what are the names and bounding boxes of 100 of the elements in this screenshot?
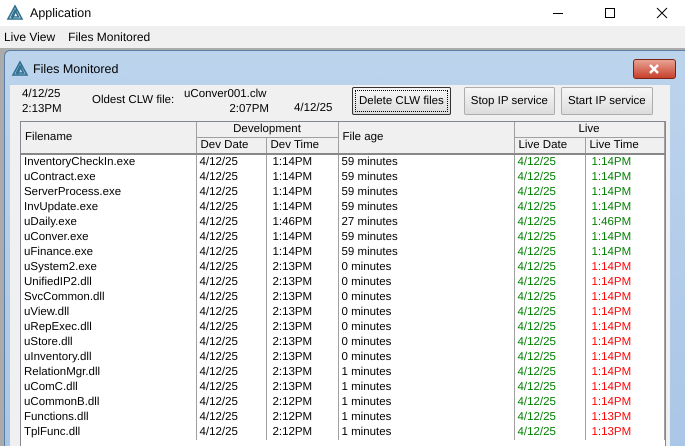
table-cell: 4/12/25 [196, 200, 266, 215]
table-cell: TplFunc.dll [21, 425, 196, 440]
table-cell: 1:14PM [585, 290, 664, 305]
menu-item[interactable]: Files Monitored [64, 30, 160, 44]
table-cell: 1:14PM [585, 335, 664, 350]
table-cell: uConver.exe [21, 230, 196, 245]
current-date: 4/12/25 [22, 87, 62, 102]
table-cell: UnifiedIP2.dll [21, 275, 196, 290]
table-cell: 0 minutes [338, 260, 514, 275]
table-cell: 2:13PM [266, 320, 338, 335]
column-header[interactable]: File age [338, 122, 514, 154]
column-header[interactable]: Filename [21, 122, 196, 154]
table-cell: 4/12/25 [514, 335, 586, 350]
menu-item[interactable]: Live View [0, 30, 64, 44]
table-cell: uInventory.dll [21, 350, 196, 365]
table-cell: 1 minutes [338, 365, 514, 380]
table-cell: 1:14PM [266, 170, 338, 185]
table-cell: 4/12/25 [196, 230, 266, 245]
table-cell: 1:14PM [585, 260, 664, 275]
table-cell: 59 minutes [338, 230, 514, 245]
table-cell: uFinance.exe [21, 245, 196, 260]
table-cell: 59 minutes [338, 154, 514, 170]
table-cell: 4/12/25 [196, 305, 266, 320]
table-cell: 1:14PM [266, 200, 338, 215]
column-header[interactable]: Dev Date [196, 138, 266, 154]
table-cell: 1 minutes [338, 410, 514, 425]
table-cell: 1:14PM [585, 275, 664, 290]
table-cell: 1:14PM [585, 230, 664, 245]
table-cell: 4/12/25 [514, 154, 586, 170]
table-cell: 4/12/25 [514, 380, 586, 395]
current-time: 2:13PM [22, 102, 63, 117]
table-cell: 4/12/25 [514, 215, 586, 230]
column-group-header[interactable]: Development [196, 122, 338, 138]
table-cell: 1:14PM [585, 365, 664, 380]
column-header[interactable]: Live Time [585, 138, 664, 154]
table-cell: 1:14PM [585, 305, 664, 320]
table-cell: 4/12/25 [196, 425, 266, 440]
table-cell: 4/12/25 [514, 425, 586, 440]
oldest-file-name: uConver001.clw [184, 87, 268, 102]
table-cell: 1:46PM [585, 215, 664, 230]
table-cell: 2:13PM [266, 380, 338, 395]
table-cell: 1:14PM [266, 185, 338, 200]
table-cell: 4/12/25 [514, 290, 586, 305]
table-cell: uStore.dll [21, 335, 196, 350]
table-cell: 4/12/25 [514, 350, 586, 365]
table-cell: 4/12/25 [196, 245, 266, 260]
table-cell: 1:14PM [585, 154, 664, 170]
table-cell: 4/12/25 [196, 260, 266, 275]
table-cell: 2:12PM [266, 425, 338, 440]
table-cell: 2:13PM [266, 335, 338, 350]
table-cell: 1:14PM [585, 185, 664, 200]
action-button[interactable]: Start IP service [560, 87, 653, 115]
table-cell: InventoryCheckIn.exe [21, 154, 196, 170]
window-title: Application [30, 6, 92, 20]
table-cell: 4/12/25 [196, 215, 266, 230]
table-cell: 4/12/25 [514, 410, 586, 425]
table-cell: 1:13PM [585, 425, 664, 440]
close-button[interactable] [632, 59, 676, 79]
table-cell: 4/12/25 [514, 260, 586, 275]
table-cell: Functions.dll [21, 410, 196, 425]
table-cell: 1:14PM [585, 350, 664, 365]
table-cell: 0 minutes [338, 275, 514, 290]
table-cell: 2:13PM [266, 365, 338, 380]
table-cell: 4/12/25 [196, 350, 266, 365]
window-title: Files Monitored [33, 62, 120, 76]
table-cell: uRepExec.dll [21, 320, 196, 335]
table-cell: 4/12/25 [514, 395, 586, 410]
table-cell: 27 minutes [338, 215, 514, 230]
app-logo-icon [11, 60, 29, 78]
table-cell: 1:14PM [585, 380, 664, 395]
table-cell: 4/12/25 [196, 395, 266, 410]
table-cell: 0 minutes [338, 305, 514, 320]
oldest-file-time: 2:07PM [229, 102, 269, 117]
table-cell: 4/12/25 [514, 320, 586, 335]
table-cell: 0 minutes [338, 290, 514, 305]
table-cell: 4/12/25 [514, 170, 586, 185]
table-cell: 59 minutes [338, 200, 514, 215]
table-cell: 4/12/25 [196, 275, 266, 290]
action-button[interactable]: Delete CLW files [352, 87, 451, 115]
table-cell: 0 minutes [338, 350, 514, 365]
action-button[interactable]: Stop IP service [464, 87, 555, 115]
table-cell: 4/12/25 [514, 230, 586, 245]
table-cell: 1:14PM [266, 154, 338, 170]
column-header[interactable]: Dev Time [266, 138, 338, 154]
table-cell: 1:14PM [585, 170, 664, 185]
table-cell: 1 minutes [338, 395, 514, 410]
table-cell: 4/12/25 [196, 410, 266, 425]
table-cell: 0 minutes [338, 320, 514, 335]
table-cell: uSystem2.exe [21, 260, 196, 275]
table-cell: 4/12/25 [196, 185, 266, 200]
table-cell: RelationMgr.dll [21, 365, 196, 380]
table-cell: 4/12/25 [196, 335, 266, 350]
table-cell: 4/12/25 [196, 154, 266, 170]
table-cell: uDaily.exe [21, 215, 196, 230]
table-cell: ServerProcess.exe [21, 185, 196, 200]
table-cell: 59 minutes [338, 245, 514, 260]
table-cell: 2:13PM [266, 290, 338, 305]
column-header[interactable]: Live Date [514, 138, 586, 154]
table-cell: 1:46PM [266, 215, 338, 230]
column-group-header[interactable]: Live [514, 122, 664, 138]
